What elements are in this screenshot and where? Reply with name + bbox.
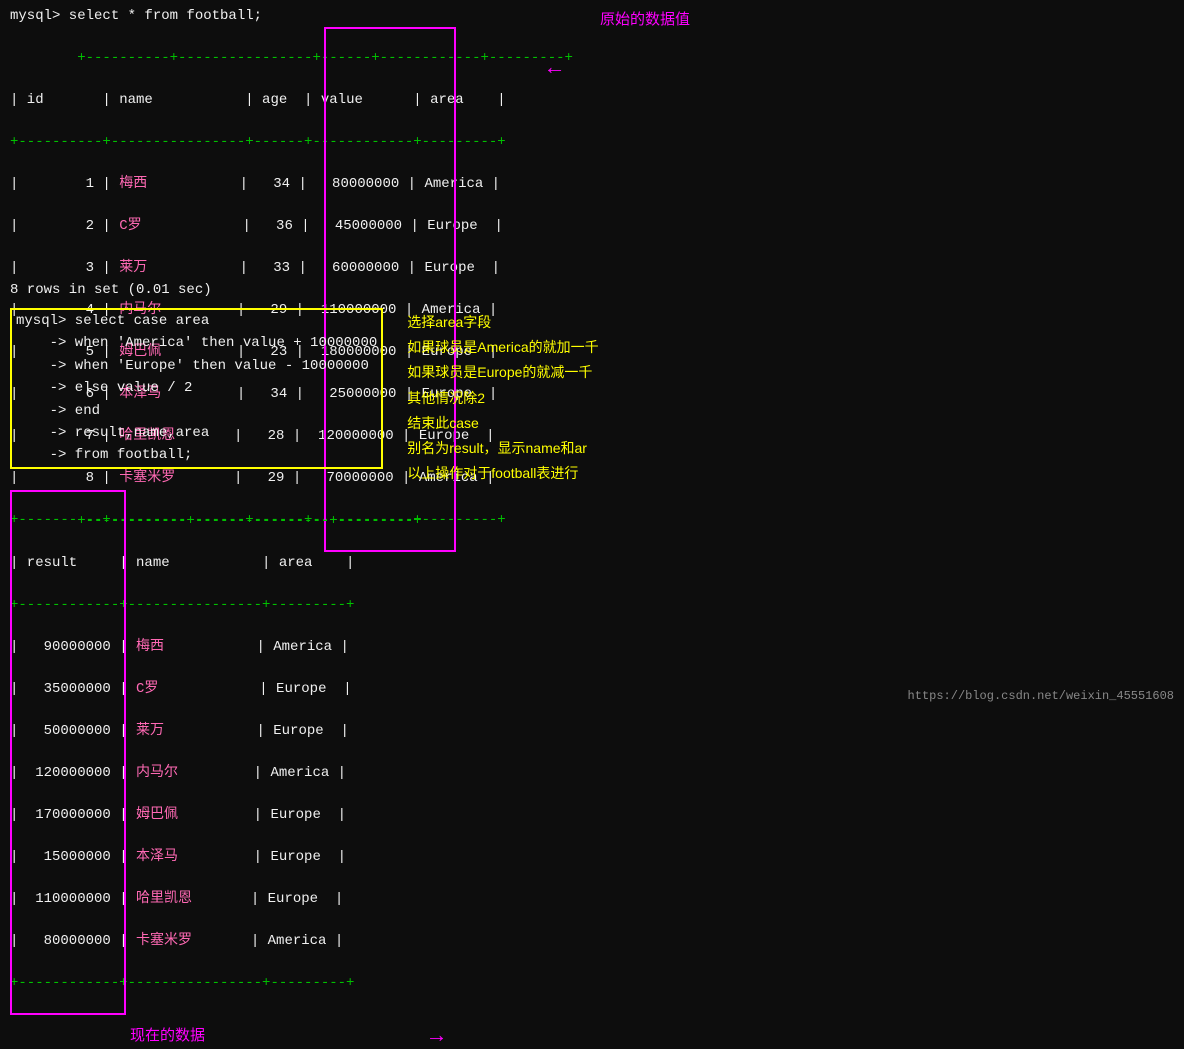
annotation-line1: 选择area字段 [407,310,598,335]
table2-border-top: +------------+----------------+---------… [77,513,421,529]
table2-row2: | 35000000 | C罗 | Europe | [10,681,352,697]
case-query-box: mysql> select case area -> when 'America… [10,308,383,469]
table1-border-mid: +----------+----------------+------+----… [10,134,506,150]
first-query-line: mysql> select * from football; [10,6,1174,27]
table2-row7: | 110000000 | 哈里凯恩 | Europe | [10,891,343,907]
table2-border-mid: +------------+----------------+---------… [10,597,354,613]
table2-border-bottom: +------------+----------------+---------… [10,975,354,991]
arrow-to-result: → [430,1024,443,1049]
annotation-line7: 以上操作对于football表进行 [407,461,598,486]
case-annotations: 选择area字段 如果球员是America的就加一千 如果球员是Europe的就… [383,308,598,486]
table2-row1: | 90000000 | 梅西 | America | [10,639,349,655]
table1-border-top: +----------+----------------+------+----… [77,50,573,66]
case-query-section: mysql> select case area -> when 'America… [10,308,1174,486]
main-container: mysql> select * from football; +--------… [0,0,1184,711]
table2-row4: | 120000000 | 内马尔 | America | [10,765,346,781]
table1-row3: | 3 | 莱万 | 33 | 60000000 | Europe | [10,260,500,276]
table2-row8: | 80000000 | 卡塞米罗 | America | [10,933,343,949]
annotation-line5: 结束此case [407,411,598,436]
table1-row1: | 1 | 梅西 | 34 | 80000000 | America | [10,176,500,192]
current-data-label: 现在的数据 [130,1024,205,1045]
table1-header: | id | name | age | value | area | [10,92,506,108]
table2-row5: | 170000000 | 姆巴佩 | Europe | [10,807,346,823]
table2-wrapper: +------------+----------------+---------… [10,490,422,1015]
annotation-line6: 别名为result，显示name和ar [407,436,598,461]
rows-info: 8 rows in set (0.01 sec) [10,280,212,301]
url-label: https://blog.csdn.net/weixin_45551608 [908,689,1174,703]
table2-row3: | 50000000 | 莱万 | Europe | [10,723,349,739]
table2-row6: | 15000000 | 本泽马 | Europe | [10,849,346,865]
annotation-line4: 其他情况除2 [407,386,598,411]
annotation-line3: 如果球员是Europe的就减一千 [407,360,598,385]
original-data-label: 原始的数据值 [600,8,690,29]
table1-row2: | 2 | C罗 | 36 | 45000000 | Europe | [10,218,503,234]
annotation-line2: 如果球员是America的就加一千 [407,335,598,360]
table2-header: | result | name | area | [10,555,354,571]
arrow-to-value: ← [548,56,561,81]
